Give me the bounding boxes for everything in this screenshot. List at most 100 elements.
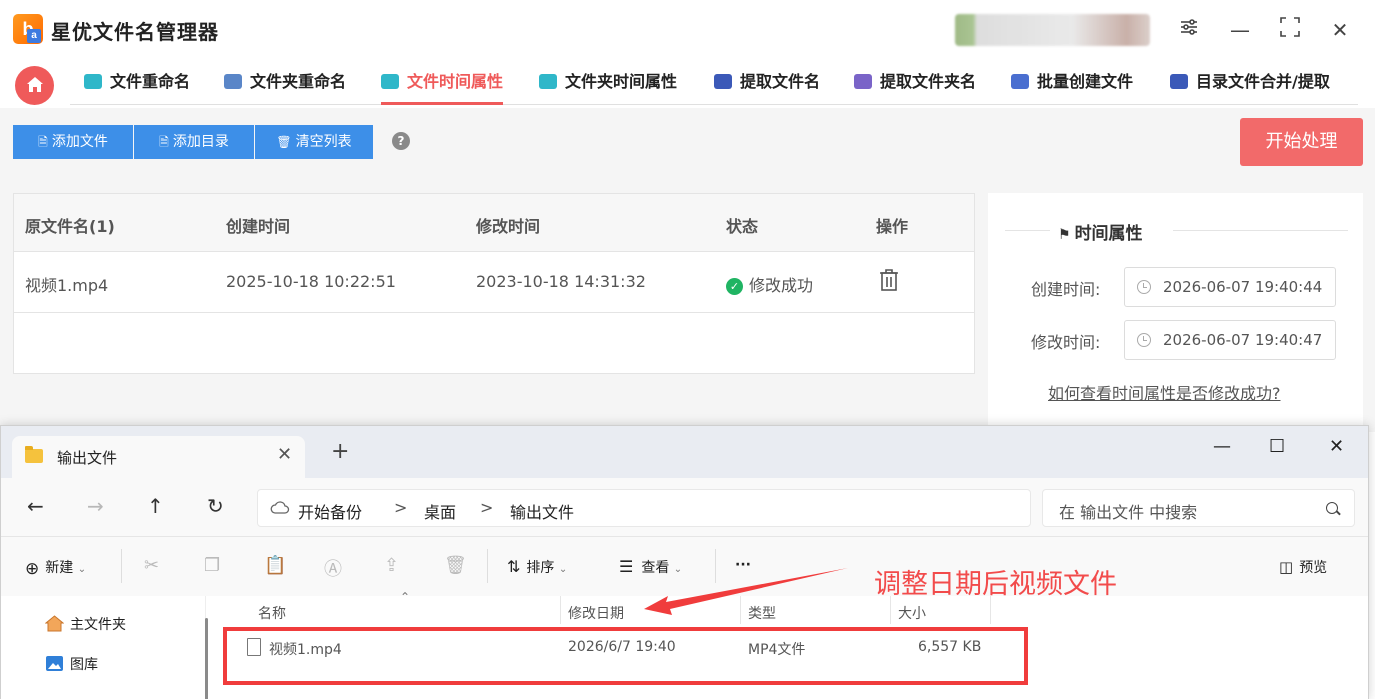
new-tab-button[interactable]: + xyxy=(331,441,349,463)
explorer-tab[interactable]: 输出文件 ✕ xyxy=(12,436,305,478)
tab-batch-create[interactable]: 批量创建文件 xyxy=(1011,62,1133,105)
file-table: 原文件名(1) 创建时间 修改时间 状态 操作 视频1.mp4 2025-10-… xyxy=(13,193,975,374)
col-size[interactable]: 大小 xyxy=(898,603,926,623)
delete-row-icon[interactable] xyxy=(878,268,900,296)
col-created-time: 创建时间 xyxy=(226,217,291,236)
title-bar: b a 星优文件名管理器 — ✕ xyxy=(0,0,1375,62)
col-modified-date[interactable]: 修改日期 xyxy=(568,603,624,623)
explorer-body: 主文件夹 图库 ⌃ 名称 修改日期 类型 大小 视频1.mp4 2026/6/7… xyxy=(1,590,1368,699)
preview-button[interactable]: ◫ 预览 xyxy=(1279,557,1327,577)
file-list-item[interactable]: 视频1.mp4 2026/6/7 19:40 MP4文件 6,557 KB xyxy=(219,630,1001,668)
search-icon xyxy=(1326,502,1338,514)
help-icon[interactable]: ? xyxy=(392,132,410,150)
trash-icon: 🗑 xyxy=(276,135,292,149)
file-icon xyxy=(247,638,261,656)
new-button[interactable]: ⊕ 新建 ⌄ xyxy=(25,557,86,579)
explorer-window: 输出文件 ✕ + — ☐ ✕ ← → ↑ ↻ 开始备份 > 桌面 > 输出文件 … xyxy=(0,425,1369,699)
gallery-icon xyxy=(46,656,63,671)
explorer-tab-bar: 输出文件 ✕ + — ☐ ✕ xyxy=(1,426,1368,478)
sort-caret-icon: ⌃ xyxy=(400,590,411,604)
sort-button[interactable]: ⇅ 排序 ⌄ xyxy=(507,557,567,577)
file-type: MP4文件 xyxy=(748,642,806,658)
close-tab-icon[interactable]: ✕ xyxy=(277,444,292,465)
minimize-button[interactable]: — xyxy=(1226,16,1254,44)
back-arrow-icon[interactable]: ← xyxy=(27,494,44,518)
tab-extract-foldernames[interactable]: 提取文件夹名 xyxy=(854,62,976,105)
work-area: 原文件名(1) 创建时间 修改时间 状态 操作 视频1.mp4 2025-10-… xyxy=(0,182,1375,433)
tab-file-time-attr[interactable]: 文件时间属性 xyxy=(381,62,504,105)
address-bar-row: ← → ↑ ↻ 开始备份 > 桌面 > 输出文件 在 输出文件 中搜索 xyxy=(1,478,1368,536)
start-processing-button[interactable]: 开始处理 xyxy=(1240,118,1363,166)
folder-time-icon xyxy=(539,74,557,89)
up-arrow-icon[interactable]: ↑ xyxy=(147,494,164,518)
sort-icon: ⇅ xyxy=(507,557,521,576)
delete-icon[interactable]: 🗑 xyxy=(444,555,467,576)
cloud-icon xyxy=(270,501,290,514)
tab-extract-filenames[interactable]: 提取文件名 xyxy=(714,62,820,105)
refresh-icon[interactable]: ↻ xyxy=(207,494,224,518)
file-name: 视频1.mp4 xyxy=(269,642,342,658)
breadcrumb-output[interactable]: 输出文件 xyxy=(510,499,574,523)
col-type[interactable]: 类型 xyxy=(748,603,776,623)
more-options-button[interactable]: ··· xyxy=(735,557,751,573)
file-icon: 🗎 xyxy=(159,135,169,149)
cut-icon[interactable]: ✂ xyxy=(144,555,159,576)
view-lines-icon: ☰ xyxy=(619,557,634,576)
explorer-close-button[interactable]: ✕ xyxy=(1329,436,1344,457)
col-original-name: 原文件名(1) xyxy=(25,217,115,236)
action-toolbar: 🗎 添加文件 🗎 添加目录 🗑 清空列表 ? 开始处理 xyxy=(0,108,1375,182)
file-icon: 🗎 xyxy=(38,135,48,149)
file-date: 2026/6/7 19:40 xyxy=(568,639,676,655)
tab-merge-extract[interactable]: 目录文件合并/提取 xyxy=(1170,62,1330,105)
col-modified-time: 修改时间 xyxy=(476,217,541,236)
extract-file-icon xyxy=(714,74,732,89)
share-icon[interactable]: ⇪ xyxy=(384,555,399,576)
app-title: 星优文件名管理器 xyxy=(51,20,219,44)
copy-icon[interactable]: ❐ xyxy=(204,555,220,576)
modified-time-input[interactable]: 2026-06-07 19:40:47 xyxy=(1124,320,1336,360)
extract-folder-icon xyxy=(854,74,872,89)
forward-arrow-icon[interactable]: → xyxy=(87,494,104,518)
close-button[interactable]: ✕ xyxy=(1326,16,1354,44)
explorer-maximize-button[interactable]: ☐ xyxy=(1269,436,1285,457)
home-icon xyxy=(45,615,64,632)
how-to-verify-link[interactable]: 如何查看时间属性是否修改成功? xyxy=(1048,380,1281,404)
batch-create-icon xyxy=(1011,74,1029,89)
clock-icon xyxy=(1137,280,1151,294)
explorer-minimize-button[interactable]: — xyxy=(1213,436,1231,457)
plus-circle-icon: ⊕ xyxy=(25,559,40,579)
settings-icon[interactable] xyxy=(1175,16,1203,44)
chevron-right-icon: > xyxy=(394,498,408,517)
sidebar-item-gallery[interactable]: 图库 xyxy=(45,654,98,674)
add-file-button[interactable]: 🗎 添加文件 xyxy=(13,125,133,159)
tab-file-rename[interactable]: 文件重命名 xyxy=(84,62,190,105)
tab-folder-time-attr[interactable]: 文件夹时间属性 xyxy=(539,62,677,105)
user-avatar[interactable] xyxy=(955,14,1150,46)
search-input[interactable]: 在 输出文件 中搜索 xyxy=(1042,489,1355,527)
col-name[interactable]: 名称 xyxy=(258,603,286,623)
table-row[interactable]: 视频1.mp4 2025-10-18 10:22:51 2023-10-18 1… xyxy=(14,252,974,313)
add-directory-button[interactable]: 🗎 添加目录 xyxy=(134,125,254,159)
clear-list-button[interactable]: 🗑 清空列表 xyxy=(255,125,373,159)
breadcrumb-desktop[interactable]: 桌面 xyxy=(424,499,456,523)
cell-created: 2025-10-18 10:22:51 xyxy=(226,272,396,291)
created-time-label: 创建时间: xyxy=(1031,280,1101,299)
panel-title: ⚑ 时间属性 xyxy=(1058,224,1143,244)
created-time-input[interactable]: 2026-06-07 19:40:44 xyxy=(1124,267,1336,307)
address-bar[interactable]: 开始备份 > 桌面 > 输出文件 xyxy=(257,489,1031,527)
tab-folder-rename[interactable]: 文件夹重命名 xyxy=(224,62,346,105)
file-rename-icon xyxy=(84,74,102,89)
maximize-button[interactable] xyxy=(1276,16,1304,44)
view-button[interactable]: ☰ 查看 ⌄ xyxy=(619,557,682,577)
col-status: 状态 xyxy=(726,217,759,236)
folder-icon xyxy=(25,446,43,463)
rename-icon[interactable]: Ⓐ xyxy=(324,555,342,581)
paste-icon[interactable]: 📋 xyxy=(264,555,286,576)
sidebar-scrollbar[interactable] xyxy=(205,618,208,699)
breadcrumb-backup[interactable]: 开始备份 xyxy=(298,499,362,523)
annotation-text: 调整日期后视频文件 xyxy=(874,569,1117,600)
explorer-sidebar: 主文件夹 图库 xyxy=(1,596,206,699)
cell-filename: 视频1.mp4 xyxy=(25,276,109,295)
sidebar-item-home[interactable]: 主文件夹 xyxy=(45,614,126,634)
home-button[interactable] xyxy=(15,66,54,105)
